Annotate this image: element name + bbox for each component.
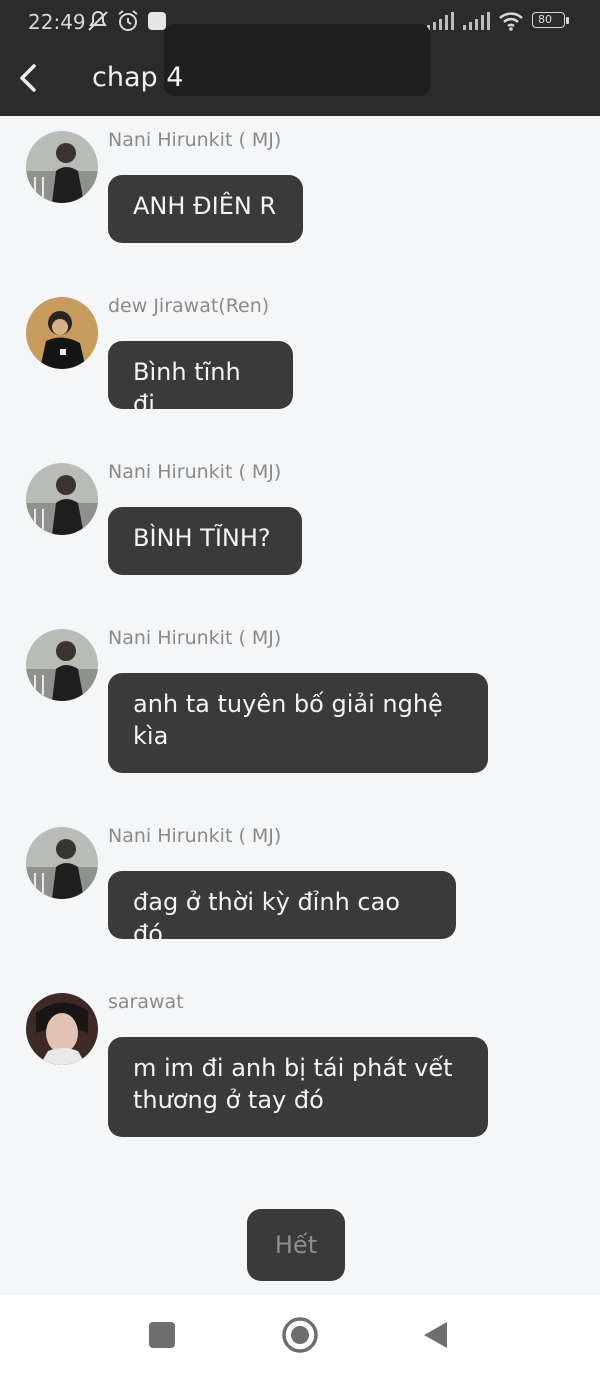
avatar[interactable] — [26, 827, 98, 899]
sender-name: Nani Hirunkit ( MJ) — [108, 129, 282, 151]
sender-name: Nani Hirunkit ( MJ) — [108, 627, 282, 649]
end-button[interactable]: Hết — [247, 1209, 345, 1281]
battery-level: 80 — [538, 13, 552, 26]
sender-name: sarawat — [108, 991, 184, 1013]
app-header: 22:49 80 chap 4 — [0, 0, 600, 116]
status-icons-left — [86, 9, 168, 33]
wifi-icon — [499, 12, 523, 31]
sender-name: Nani Hirunkit ( MJ) — [108, 461, 282, 483]
message-bubble[interactable]: đag ở thời kỳ đỉnh cao đó — [108, 871, 456, 948]
system-nav-bar — [0, 1295, 600, 1375]
avatar[interactable] — [26, 629, 98, 701]
signal-icon — [427, 12, 454, 30]
sender-name: Nani Hirunkit ( MJ) — [108, 825, 282, 847]
mute-icon — [88, 10, 108, 31]
status-time: 22:49 — [28, 10, 86, 34]
battery-icon: 80 — [532, 12, 570, 30]
avatar[interactable] — [26, 993, 98, 1065]
message-bubble[interactable]: anh ta tuyên bố giải nghệ kìa — [108, 673, 488, 773]
redacted-area — [164, 24, 430, 96]
page-title: chap 4 — [92, 62, 184, 93]
back-button[interactable] — [14, 58, 46, 98]
avatar-photo-icon — [26, 297, 98, 369]
back-triangle-icon — [424, 1322, 447, 1348]
message-bubble[interactable]: BÌNH TĨNH? — [108, 507, 302, 575]
avatar[interactable] — [26, 297, 98, 369]
message-bubble[interactable]: Bình tĩnh đi — [108, 341, 293, 418]
avatar-photo-icon — [26, 827, 98, 899]
recent-apps-button[interactable] — [146, 1319, 178, 1355]
avatar[interactable] — [26, 131, 98, 203]
message-bubble[interactable]: ANH ĐIÊN R — [108, 175, 303, 243]
avatar-photo-icon — [26, 131, 98, 203]
message-bubble[interactable]: m im đi anh bị tái phát vết thương ở tay… — [108, 1037, 488, 1137]
avatar-photo-icon — [26, 629, 98, 701]
avatar[interactable] — [26, 463, 98, 535]
avatar-photo-icon — [26, 993, 98, 1065]
home-button[interactable] — [281, 1316, 319, 1358]
chevron-left-icon — [20, 64, 36, 92]
recent-apps-icon — [149, 1322, 175, 1348]
signal-icon — [463, 12, 490, 30]
alarm-icon — [118, 10, 138, 31]
status-icons-right: 80 — [426, 10, 570, 32]
sender-name: dew Jirawat(Ren) — [108, 295, 270, 317]
avatar-photo-icon — [26, 463, 98, 535]
back-nav-button[interactable] — [420, 1319, 452, 1355]
home-icon — [282, 1317, 318, 1353]
